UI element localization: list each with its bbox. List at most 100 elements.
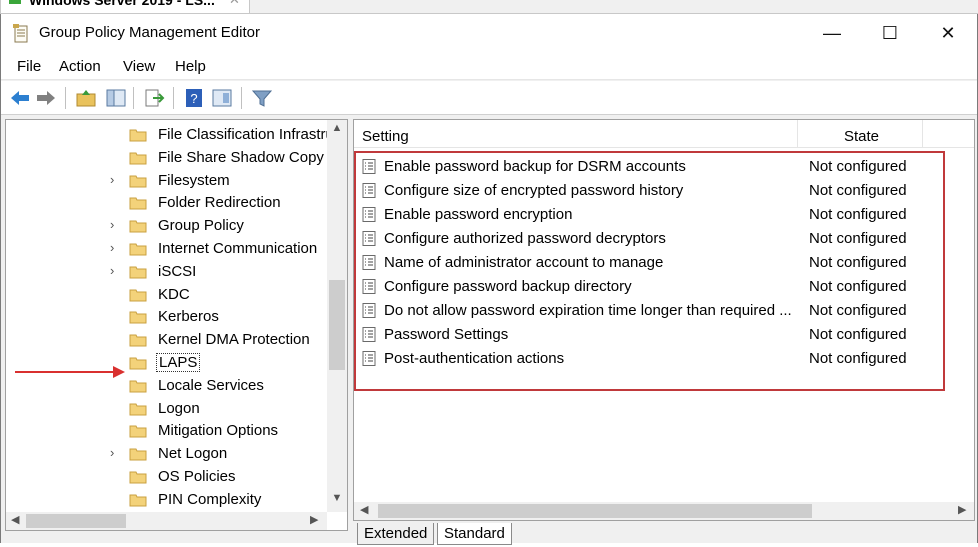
tree-item[interactable]: Logon bbox=[6, 398, 328, 420]
chevron-right-icon[interactable]: › bbox=[110, 263, 122, 278]
tree-item-label: Kernel DMA Protection bbox=[158, 331, 310, 349]
scroll-thumb[interactable] bbox=[329, 280, 345, 370]
tree-item[interactable]: Mitigation Options bbox=[6, 420, 328, 442]
toolbar-separator bbox=[173, 87, 174, 109]
tree-item[interactable]: File Classification Infrastru bbox=[6, 124, 328, 146]
properties-pane-icon[interactable] bbox=[211, 88, 233, 108]
folder-icon bbox=[129, 243, 147, 256]
tree-item[interactable]: › Net Logon bbox=[6, 443, 328, 465]
export-list-icon[interactable] bbox=[143, 88, 165, 108]
tree-item[interactable]: Locale Services bbox=[6, 375, 328, 397]
column-separator[interactable] bbox=[922, 120, 923, 148]
tree-horizontal-scrollbar[interactable]: ◀ ▶ bbox=[6, 512, 327, 530]
settings-list-pane: Setting State Enable password backup for… bbox=[353, 119, 975, 521]
scroll-down-icon[interactable]: ▼ bbox=[327, 492, 347, 510]
chevron-right-icon[interactable]: › bbox=[110, 445, 122, 460]
forward-icon[interactable] bbox=[35, 88, 57, 108]
tree-item-label: iSCSI bbox=[158, 262, 197, 280]
folder-icon bbox=[129, 311, 147, 324]
tree-item[interactable]: Kerberos bbox=[6, 306, 328, 328]
toolbar-separator bbox=[133, 87, 134, 109]
tree-item[interactable]: PIN Complexity bbox=[6, 489, 328, 511]
tree-item[interactable]: › iSCSI bbox=[6, 261, 328, 283]
scroll-up-icon[interactable]: ▲ bbox=[327, 122, 347, 140]
folder-icon bbox=[129, 448, 147, 461]
tab-close-icon[interactable]: ✕ bbox=[229, 0, 240, 8]
filter-icon[interactable] bbox=[251, 88, 273, 108]
show-hide-tree-icon[interactable] bbox=[105, 88, 127, 108]
server-icon bbox=[9, 0, 21, 4]
scroll-thumb[interactable] bbox=[26, 514, 126, 528]
tree-item[interactable]: KDC bbox=[6, 284, 328, 306]
menu-view[interactable]: View bbox=[123, 58, 155, 75]
tree-item[interactable]: OS Policies bbox=[6, 466, 328, 488]
toolbar: ? bbox=[1, 81, 977, 115]
remote-session-tab[interactable]: Windows Server 2019 - LS... ✕ bbox=[0, 0, 250, 13]
tree-item-label: Internet Communication bbox=[158, 240, 318, 257]
tree-item-label: Logon bbox=[158, 399, 200, 417]
policy-editor-icon bbox=[13, 24, 28, 43]
tree-item-label: Locale Services bbox=[158, 376, 264, 394]
list-horizontal-scrollbar[interactable]: ◀ ▶ bbox=[354, 502, 974, 520]
scroll-thumb[interactable] bbox=[378, 504, 812, 518]
tree-item-label: Net Logon bbox=[158, 445, 228, 463]
remote-session-tab-title: Windows Server 2019 - LS... bbox=[29, 0, 215, 8]
tree-pane: File Classification Infrastru File Share … bbox=[5, 119, 348, 531]
tree-item[interactable]: › Filesystem bbox=[6, 170, 328, 192]
annotation-highlight-box bbox=[354, 151, 945, 391]
tree-item-label: Folder Redirection bbox=[158, 194, 281, 212]
folder-icon bbox=[129, 471, 147, 484]
scroll-right-icon[interactable]: ▶ bbox=[958, 503, 966, 516]
tab-extended[interactable]: Extended bbox=[357, 523, 435, 545]
tree-item[interactable]: File Share Shadow Copy P bbox=[6, 147, 328, 169]
up-folder-icon[interactable] bbox=[75, 88, 97, 108]
column-header-state[interactable]: State bbox=[844, 128, 879, 145]
tree-vertical-scrollbar[interactable]: ▲ ▼ bbox=[327, 120, 347, 512]
tree-item[interactable]: › Group Policy bbox=[6, 215, 328, 237]
chevron-right-icon[interactable]: › bbox=[110, 172, 122, 187]
folder-icon bbox=[129, 175, 147, 188]
menu-file[interactable]: File bbox=[17, 58, 41, 75]
tree-item-label: Group Policy bbox=[158, 217, 244, 235]
svg-text:?: ? bbox=[190, 91, 197, 106]
minimize-button[interactable]: — bbox=[809, 20, 855, 46]
tree-item-label: Mitigation Options bbox=[158, 422, 279, 440]
tree-item-label: Kerberos bbox=[158, 308, 219, 326]
folder-icon bbox=[129, 266, 147, 279]
toolbar-separator bbox=[241, 87, 242, 109]
tree-item-label: PIN Complexity bbox=[158, 490, 262, 508]
folder-icon bbox=[129, 425, 147, 438]
menu-help[interactable]: Help bbox=[175, 58, 206, 75]
scroll-left-icon[interactable]: ◀ bbox=[11, 513, 19, 526]
tree-item[interactable]: › Internet Communication bbox=[6, 238, 328, 260]
folder-icon bbox=[129, 494, 147, 507]
close-button[interactable]: ✕ bbox=[925, 20, 971, 46]
column-separator[interactable] bbox=[797, 120, 798, 148]
tab-standard[interactable]: Standard bbox=[437, 523, 512, 545]
back-icon[interactable] bbox=[9, 88, 31, 108]
chevron-right-icon[interactable]: › bbox=[110, 217, 122, 232]
tree-item[interactable]: Folder Redirection bbox=[6, 192, 328, 214]
maximize-button[interactable]: ☐ bbox=[867, 20, 913, 46]
title-bar: Group Policy Management Editor — ☐ ✕ bbox=[1, 14, 977, 52]
list-header: Setting State bbox=[354, 120, 974, 148]
scroll-right-icon[interactable]: ▶ bbox=[310, 513, 318, 526]
annotation-arrow bbox=[15, 371, 119, 373]
help-icon[interactable]: ? bbox=[183, 88, 205, 108]
column-header-setting[interactable]: Setting bbox=[362, 128, 409, 145]
folder-icon bbox=[129, 197, 147, 210]
tree-item[interactable]: Kernel DMA Protection bbox=[6, 329, 328, 351]
menu-bar: File Action View Help bbox=[1, 52, 977, 80]
chevron-right-icon[interactable]: › bbox=[110, 240, 122, 255]
gpme-window: Group Policy Management Editor — ☐ ✕ Fil… bbox=[0, 14, 978, 545]
folder-icon bbox=[129, 334, 147, 347]
folder-icon bbox=[129, 152, 147, 165]
window-title: Group Policy Management Editor bbox=[39, 24, 260, 41]
scroll-left-icon[interactable]: ◀ bbox=[360, 503, 368, 516]
tree-item-label: Filesystem bbox=[158, 171, 230, 189]
folder-icon bbox=[129, 380, 147, 393]
menu-action[interactable]: Action bbox=[59, 58, 101, 75]
tree-item-label: OS Policies bbox=[158, 468, 236, 485]
client-area: File Classification Infrastru File Share … bbox=[1, 115, 977, 545]
view-tabs: Extended Standard bbox=[353, 523, 753, 547]
